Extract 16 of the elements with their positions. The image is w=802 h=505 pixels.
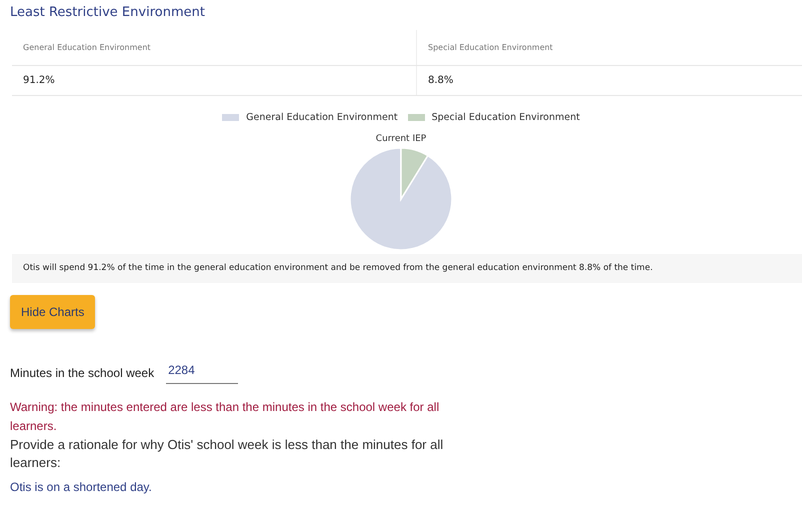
- table-cell: 8.8%: [416, 66, 802, 95]
- chart-title: Current IEP: [376, 134, 426, 144]
- summary-text: Otis will spend 91.2% of the time in the general education environment and be removed from the general education environment 8.8% of the time.: [12, 254, 802, 283]
- legend-swatch: [408, 114, 425, 121]
- hide-charts-button[interactable]: Hide Charts: [10, 295, 96, 329]
- column-header: General Education Environment: [22, 42, 152, 54]
- table-cell-text: 91.2%: [22, 74, 56, 88]
- legend-label: Special Education Environment: [432, 112, 580, 123]
- warning-text: Warning: the minutes entered are less than the minutes in the school week for all learners.: [10, 399, 440, 435]
- rationale-text: Otis is on a shortened day.: [10, 480, 153, 494]
- section-title: Least Restrictive Environment: [9, 4, 206, 22]
- legend-swatch: [222, 114, 240, 121]
- rationale-label: Provide a rationale for why Otis' school week is less than the minutes for all learners:: [10, 436, 444, 472]
- minutes-label: Minutes in the school week: [10, 366, 154, 380]
- column-header: Special Education Environment: [416, 30, 802, 65]
- legend-label: General Education Environment: [246, 112, 398, 123]
